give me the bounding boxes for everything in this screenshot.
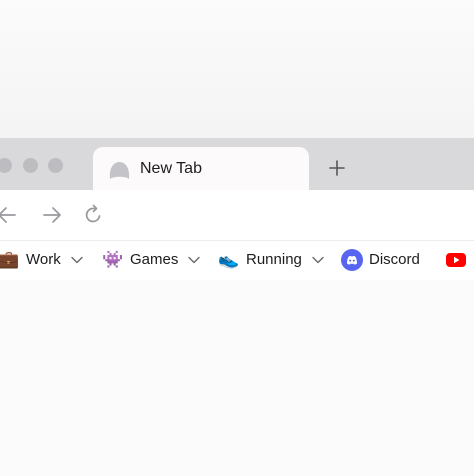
forward-button[interactable]	[41, 204, 63, 226]
bookmark-label: Running	[246, 251, 302, 268]
bookmark-label: Games	[130, 251, 179, 268]
bookmark-youtube[interactable]	[445, 249, 467, 271]
chevron-down-icon	[188, 256, 201, 264]
youtube-icon	[446, 253, 466, 267]
bookmark-discord[interactable]: Discord	[341, 249, 420, 271]
alien-monster-icon: 👾	[102, 250, 124, 269]
bookmark-label: Discord	[369, 251, 420, 268]
window-zoom-button[interactable]	[48, 158, 63, 173]
navigation-bar	[0, 190, 474, 240]
tab-new-tab[interactable]: New Tab	[93, 147, 309, 191]
window-minimize-button[interactable]	[23, 158, 38, 173]
back-button[interactable]	[0, 204, 18, 226]
new-tab-button[interactable]	[324, 155, 350, 181]
discord-icon	[341, 249, 363, 271]
chevron-down-icon	[312, 256, 324, 264]
plus-icon	[329, 160, 345, 176]
briefcase-icon: 💼	[0, 250, 20, 269]
bookmark-folder-running[interactable]: 👟 Running	[218, 249, 324, 271]
ghost-icon	[109, 162, 130, 179]
desktop-background	[0, 0, 474, 138]
bookmark-folder-work[interactable]: 💼 Work	[0, 249, 83, 271]
bookmark-folder-games[interactable]: 👾 Games	[102, 249, 201, 271]
running-shoe-icon: 👟	[218, 250, 240, 269]
tab-title: New Tab	[140, 160, 202, 177]
bookmark-label: Work	[26, 251, 61, 268]
page-content	[0, 280, 474, 476]
reload-button[interactable]	[82, 204, 104, 226]
chevron-down-icon	[71, 256, 83, 264]
